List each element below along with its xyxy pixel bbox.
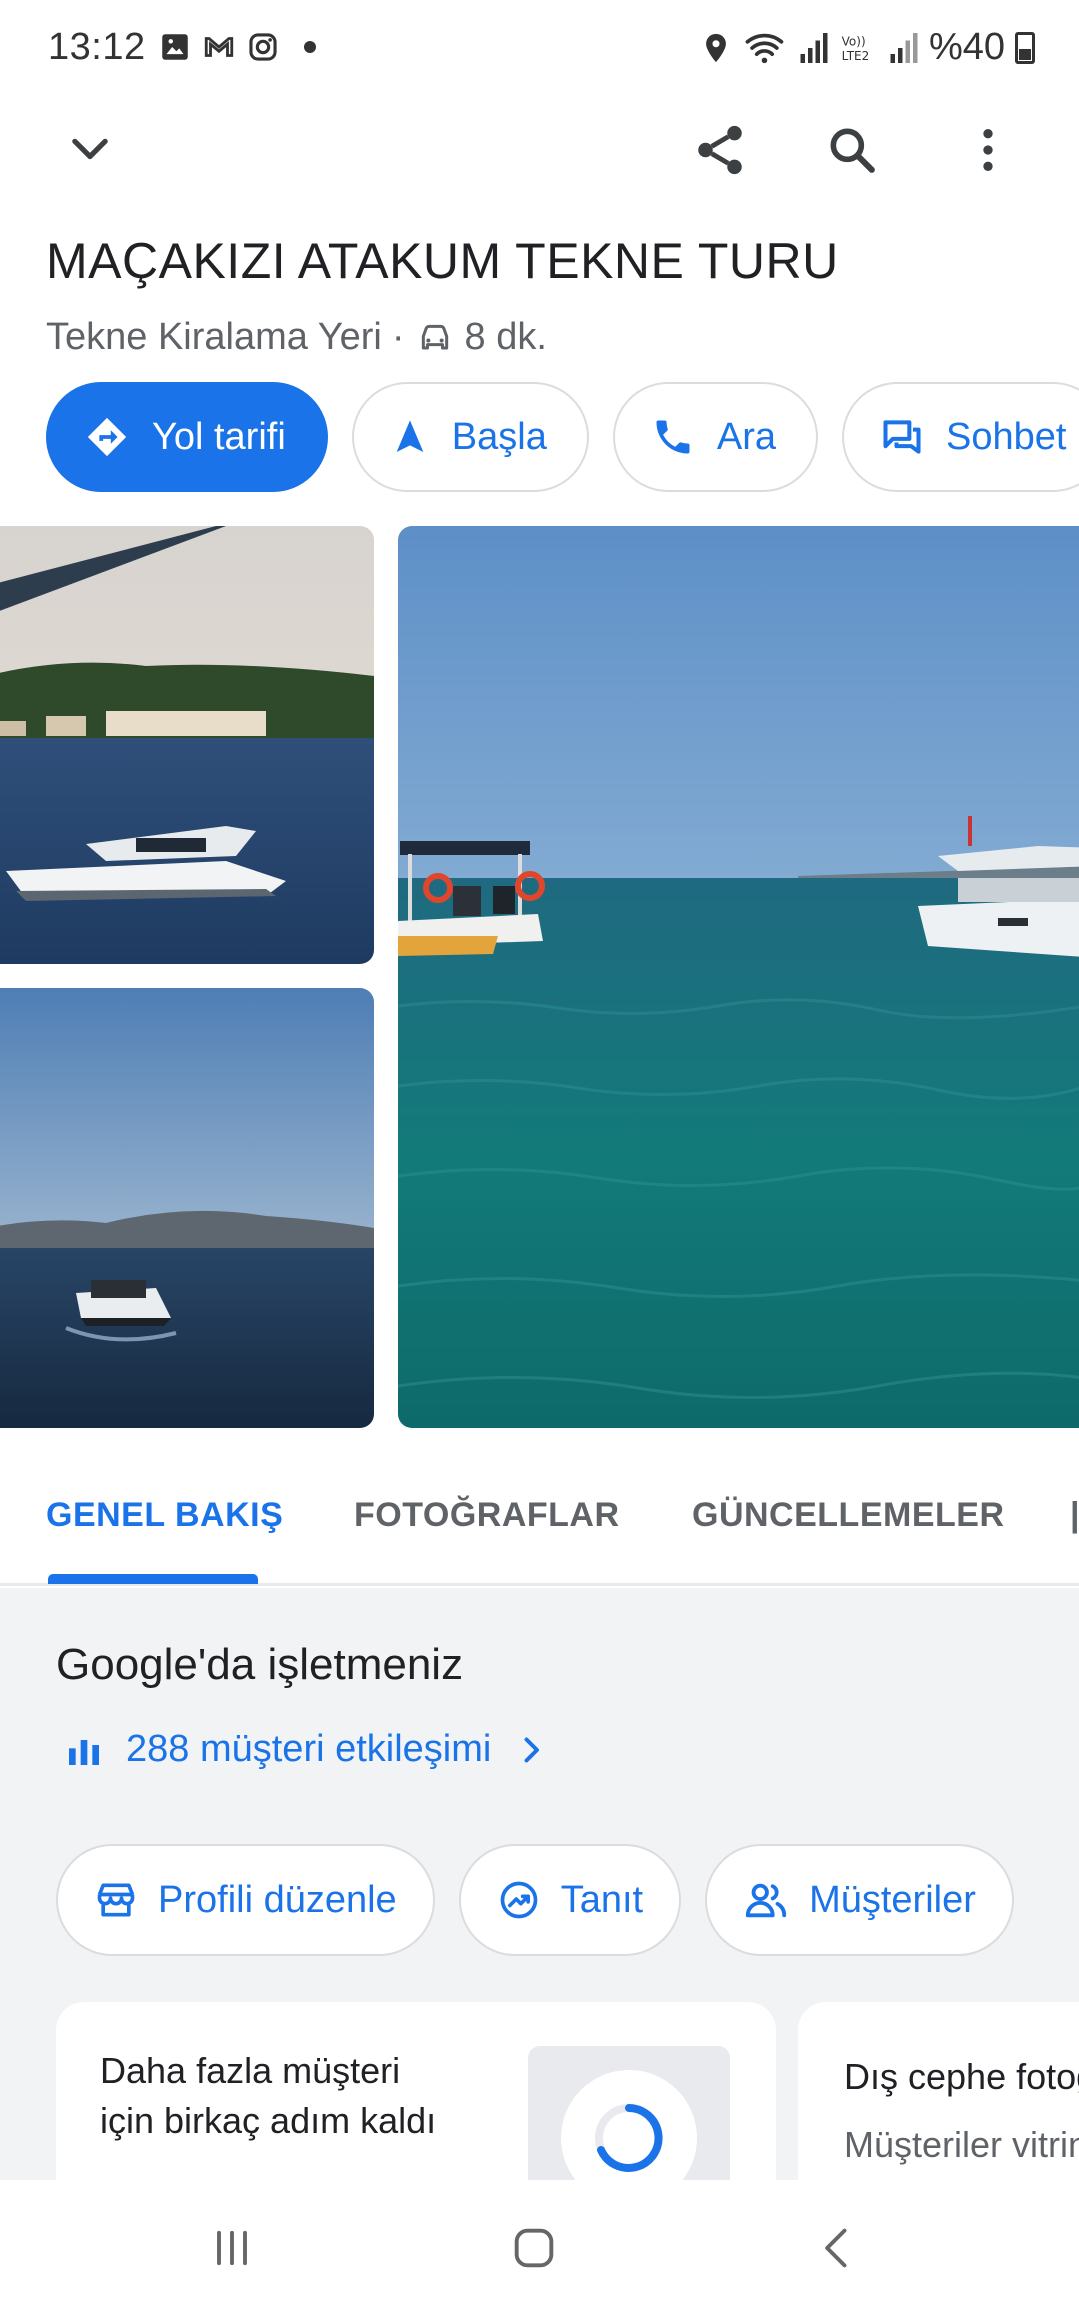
gmail-icon [204, 37, 234, 57]
share-button[interactable] [680, 110, 760, 190]
customers-button[interactable]: Müşteriler [705, 1844, 1014, 1956]
photo-boat-evening[interactable] [0, 988, 374, 1428]
search-icon [830, 128, 875, 173]
place-category: Tekne Kiralama Yeri [46, 316, 382, 358]
notification-icons [158, 30, 316, 64]
tab-more-edge[interactable]: | [1070, 1496, 1079, 1535]
directions-label: Yol tarifi [152, 415, 286, 458]
progress-card[interactable]: Daha fazla müşteri için birkaç adım kald… [56, 2002, 776, 2180]
more-options-button[interactable] [948, 110, 1028, 190]
wifi-icon [745, 33, 784, 63]
business-chips: Profili düzenle Tanıt Müşteriler [56, 1844, 1014, 1956]
share-icon [698, 125, 742, 175]
interactions-label: 288 müşteri etkileşimi [126, 1728, 492, 1770]
tab-bar: GENEL BAKIŞ FOTOĞRAFLAR GÜNCELLEMELER | [0, 1456, 1079, 1586]
bar-chart-icon [69, 1739, 99, 1765]
battery-icon [1015, 31, 1035, 64]
system-nav-bar [0, 2180, 1079, 2316]
call-label: Ara [716, 415, 776, 458]
customers-label: Müşteriler [809, 1878, 976, 1921]
call-button[interactable]: Ara [612, 382, 818, 492]
svg-text:Vo)): Vo)) [842, 34, 866, 48]
edit-profile-button[interactable]: Profili düzenle [56, 1844, 435, 1956]
back-icon [825, 2228, 847, 2268]
progress-card-line1: Daha fazla müşteri [100, 2050, 401, 2091]
edit-profile-label: Profili düzenle [158, 1878, 397, 1921]
signal-icon [890, 32, 918, 63]
exterior-card-title: Dış cephe fotoğrafları [844, 2056, 1079, 2097]
place-name: MAÇAKIZI ATAKUM TEKNE TURU [46, 233, 839, 289]
chat-icon [883, 420, 921, 454]
start-button[interactable]: Başla [351, 382, 589, 492]
trending-icon [500, 1881, 538, 1919]
back-button[interactable] [798, 2208, 878, 2288]
progress-card-text: Daha fazla müşteri için birkaç adım kald… [100, 2046, 436, 2146]
app-bar [0, 110, 1079, 200]
battery-percent: %40 [928, 26, 1005, 68]
collapse-button[interactable] [50, 110, 130, 190]
active-tab-indicator [48, 1574, 258, 1584]
progress-card-line2: için birkaç adım kaldı [100, 2100, 437, 2141]
chevron-right-icon [524, 1737, 540, 1762]
promote-button[interactable]: Tanıt [458, 1844, 682, 1956]
recent-apps-icon [217, 2230, 247, 2266]
recent-apps-button[interactable] [192, 2208, 272, 2288]
status-bar: 13:12 Vo)) LTE2 %40 [0, 0, 1079, 92]
directions-icon [87, 417, 127, 457]
photo-sea-boats-image [398, 526, 1079, 1428]
action-chips: Yol tarifi Başla Ara Sohbet [46, 382, 1079, 492]
chat-button[interactable]: Sohbet [841, 382, 1079, 492]
system-icons: Vo)) LTE2 %40 [699, 26, 1035, 69]
navigation-arrow-icon [396, 420, 424, 452]
svg-text:LTE2: LTE2 [842, 49, 870, 63]
exterior-card-subtitle: Müşteriler vitrini [844, 2124, 1079, 2165]
directions-button[interactable]: Yol tarifi [46, 382, 328, 492]
start-label: Başla [451, 415, 547, 458]
progress-card-illustration [528, 2046, 730, 2180]
search-button[interactable] [812, 110, 892, 190]
home-icon [514, 2228, 554, 2268]
photo-gallery [0, 526, 1079, 1428]
chat-label: Sohbet [945, 415, 1067, 458]
promote-label: Tanıt [560, 1878, 644, 1921]
photo-boat-evening-image [0, 988, 374, 1428]
image-icon [162, 34, 188, 60]
interactions-link[interactable]: 288 müşteri etkileşimi [64, 1728, 549, 1771]
subtitle-separator: · [391, 316, 405, 358]
volte-lte2-icon: Vo))LTE2 [842, 34, 870, 63]
photo-yacht-bridge-image [0, 526, 374, 964]
business-title: Google'da işletmeniz [56, 1640, 464, 1689]
status-time: 13:12 [48, 26, 146, 68]
more-vert-icon [983, 129, 993, 171]
car-icon [421, 324, 448, 349]
photo-yacht-bridge[interactable] [0, 526, 374, 964]
exterior-photos-card[interactable]: Dış cephe fotoğrafları Müşteriler vitrin… [798, 2002, 1079, 2180]
tab-photos[interactable]: FOTOĞRAFLAR [354, 1496, 620, 1535]
progress-ring-icon [595, 2104, 663, 2172]
notification-dot [304, 41, 316, 53]
photo-sea-boats[interactable] [398, 526, 1079, 1428]
drive-time: 8 dk. [464, 316, 547, 358]
location-icon [706, 33, 726, 62]
store-icon [97, 1883, 135, 1917]
home-button[interactable] [494, 2208, 574, 2288]
signal-icon [800, 32, 828, 63]
chevron-down-icon [72, 138, 108, 160]
people-icon [745, 1883, 787, 1918]
tab-updates[interactable]: GÜNCELLEMELER [692, 1496, 1005, 1535]
phone-icon [656, 420, 690, 454]
instagram-icon [249, 33, 277, 61]
place-subtitle: Tekne Kiralama Yeri · 8 dk. [46, 316, 547, 359]
business-section: Google'da işletmeniz 288 müşteri etkileş… [0, 1588, 1079, 2180]
tab-overview[interactable]: GENEL BAKIŞ [46, 1496, 283, 1535]
